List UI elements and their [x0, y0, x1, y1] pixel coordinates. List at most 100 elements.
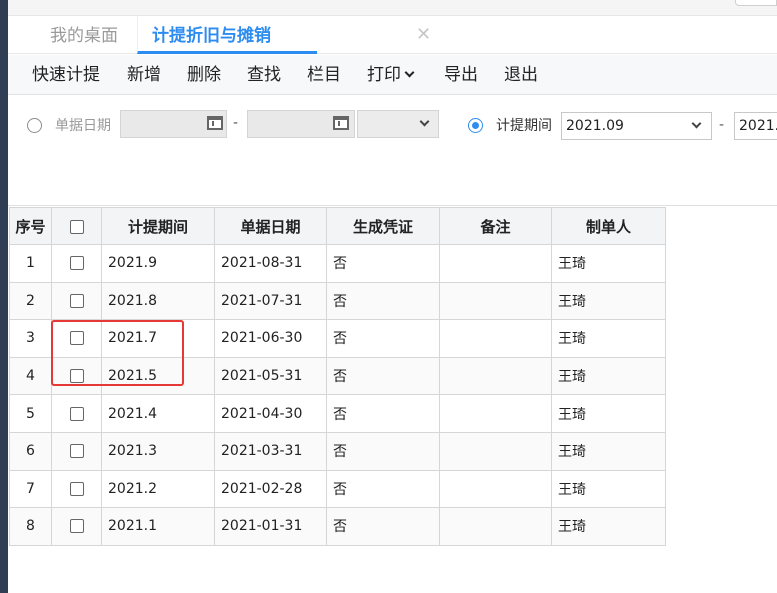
row-checkbox-cell[interactable] [51, 394, 102, 433]
select-all-checkbox[interactable] [69, 219, 84, 234]
doc-date-from-field[interactable] [120, 110, 227, 138]
row-checkbox-cell[interactable] [51, 319, 102, 358]
row-maker: 王琦 [551, 356, 666, 396]
row-note [439, 394, 552, 433]
col-header-select-all[interactable] [51, 207, 102, 245]
row-doc-date: 2021-05-31 [214, 356, 327, 396]
row-checkbox-cell[interactable] [51, 244, 102, 283]
row-doc-date: 2021-06-30 [214, 319, 327, 358]
row-no: 8 [9, 507, 52, 546]
tab-depreciation-amortization[interactable]: 计提折旧与摊销 ✕ [137, 16, 431, 54]
columns-button[interactable]: 栏目 [307, 55, 341, 95]
row-checkbox[interactable] [69, 519, 84, 534]
row-doc-date: 2021-02-28 [214, 469, 327, 509]
row-checkbox[interactable] [69, 369, 84, 384]
delete-button[interactable]: 删除 [187, 55, 221, 95]
doc-date-dash: - [233, 115, 239, 131]
col-header-doc-date[interactable]: 单据日期 [214, 207, 327, 245]
row-maker: 王琦 [551, 319, 666, 358]
tab-my-desktop[interactable]: 我的桌面 [50, 16, 118, 54]
row-checkbox[interactable] [69, 293, 84, 308]
new-button[interactable]: 新增 [127, 55, 161, 95]
period-to-select[interactable]: 2021.09 [734, 112, 777, 140]
col-header-period[interactable]: 计提期间 [101, 207, 215, 245]
doc-date-dropdown[interactable] [357, 110, 439, 138]
row-checkbox-cell[interactable] [51, 507, 102, 546]
table-row[interactable]: 5 2021.4 2021-04-30 否 王琦 [9, 394, 666, 433]
doc-date-to-field[interactable] [247, 110, 355, 138]
row-period: 2021.5 [101, 356, 215, 396]
top-bar [8, 0, 777, 16]
row-checkbox[interactable] [69, 444, 84, 459]
find-button[interactable]: 查找 [247, 55, 281, 95]
row-voucher: 否 [326, 356, 440, 396]
table-row[interactable]: 8 2021.1 2021-01-31 否 王琦 [9, 507, 666, 546]
col-header-maker[interactable]: 制单人 [551, 207, 666, 245]
period-radio[interactable] [468, 118, 483, 133]
row-period: 2021.8 [101, 281, 215, 321]
table-row[interactable]: 2 2021.8 2021-07-31 否 王琦 [9, 281, 666, 321]
row-doc-date: 2021-04-30 [214, 394, 327, 433]
row-note [439, 319, 552, 358]
row-period: 2021.7 [101, 319, 215, 358]
table-row[interactable]: 1 2021.9 2021-08-31 否 王琦 [9, 244, 666, 283]
row-checkbox-cell[interactable] [51, 281, 102, 321]
row-checkbox-cell[interactable] [51, 356, 102, 396]
row-voucher: 否 [326, 431, 440, 471]
doc-date-label: 单据日期 [55, 118, 111, 134]
row-voucher: 否 [326, 319, 440, 358]
period-label: 计提期间 [496, 118, 552, 134]
row-no: 2 [9, 281, 52, 321]
row-doc-date: 2021-01-31 [214, 507, 327, 546]
table-row[interactable]: 3 2021.7 2021-06-30 否 王琦 [9, 319, 666, 358]
row-no: 5 [9, 394, 52, 433]
row-checkbox-cell[interactable] [51, 431, 102, 471]
toolbar: 快速计提 新增 删除 查找 栏目 打印 导出 退出 [8, 55, 777, 95]
calendar-icon[interactable] [333, 116, 349, 130]
period-dash: - [719, 117, 725, 133]
row-maker: 王琦 [551, 394, 666, 433]
row-maker: 王琦 [551, 281, 666, 321]
quick-depreciate-button[interactable]: 快速计提 [32, 55, 100, 95]
row-voucher: 否 [326, 507, 440, 546]
exit-button[interactable]: 退出 [504, 55, 538, 95]
tab-bar: 我的桌面 计提折旧与摊销 ✕ [8, 16, 777, 54]
chevron-down-icon [691, 118, 702, 129]
row-period: 2021.4 [101, 394, 215, 433]
col-header-no[interactable]: 序号 [9, 207, 52, 245]
table-header-row: 序号 计提期间 单据日期 生成凭证 备注 制单人 [9, 207, 666, 245]
row-period: 2021.3 [101, 431, 215, 471]
filter-panel: 单据日期 - 计提期间 2021.09 - 2021.09 [8, 96, 777, 206]
row-checkbox[interactable] [69, 331, 84, 346]
row-maker: 王琦 [551, 507, 666, 546]
row-doc-date: 2021-03-31 [214, 431, 327, 471]
export-button[interactable]: 导出 [444, 55, 478, 95]
table-row[interactable]: 6 2021.3 2021-03-31 否 王琦 [9, 431, 666, 471]
row-doc-date: 2021-07-31 [214, 281, 327, 321]
col-header-note[interactable]: 备注 [439, 207, 552, 245]
row-doc-date: 2021-08-31 [214, 244, 327, 283]
row-maker: 王琦 [551, 244, 666, 283]
period-from-select[interactable]: 2021.09 [561, 112, 712, 140]
print-button[interactable]: 打印 [367, 55, 415, 95]
doc-date-radio[interactable] [27, 118, 42, 133]
row-no: 6 [9, 431, 52, 471]
row-note [439, 469, 552, 509]
close-icon[interactable]: ✕ [416, 25, 431, 45]
row-voucher: 否 [326, 244, 440, 283]
row-checkbox[interactable] [69, 406, 84, 421]
row-period: 2021.2 [101, 469, 215, 509]
top-corner-control[interactable] [735, 0, 777, 6]
row-checkbox-cell[interactable] [51, 469, 102, 509]
table-row[interactable]: 4 2021.5 2021-05-31 否 王琦 [9, 356, 666, 396]
row-checkbox[interactable] [69, 256, 84, 271]
row-maker: 王琦 [551, 469, 666, 509]
depreciation-table: 序号 计提期间 单据日期 生成凭证 备注 制单人 1 2021.9 2021-0… [9, 207, 666, 546]
col-header-voucher[interactable]: 生成凭证 [326, 207, 440, 245]
row-no: 1 [9, 244, 52, 283]
row-checkbox[interactable] [69, 481, 84, 496]
row-period: 2021.9 [101, 244, 215, 283]
calendar-icon[interactable] [207, 116, 223, 130]
table-row[interactable]: 7 2021.2 2021-02-28 否 王琦 [9, 469, 666, 509]
left-nav-strip [0, 0, 8, 593]
